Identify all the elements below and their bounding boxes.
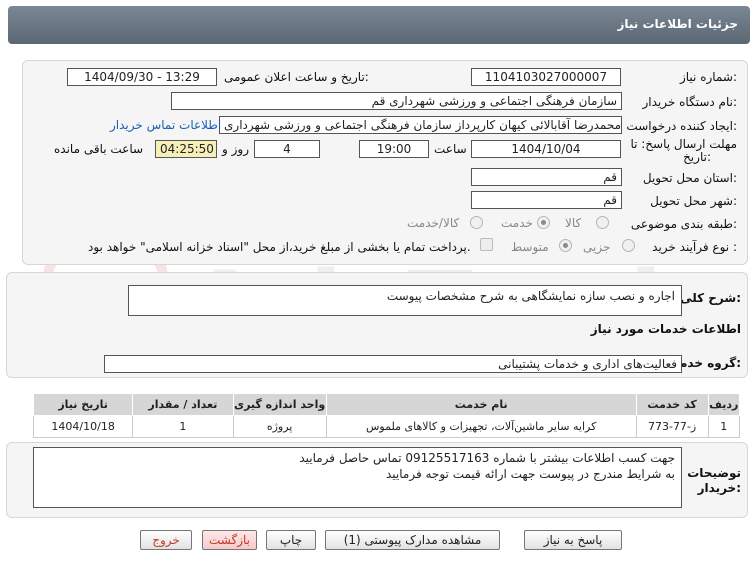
cell-index: 1 [707,415,741,438]
province-label: استان محل تحویل: [642,171,737,185]
announce-datetime-field[interactable]: 1404/09/30 - 13:29 [67,68,217,86]
category-goods-service-label: کالا/خدمت [407,216,460,230]
buyer-org-label: نام دستگاه خریدار: [642,95,738,109]
services-table: تاریخ نیاز تعداد / مقدار واحد اندازه گیر… [32,393,741,438]
buyer-notes-line-1: جهت کسب اطلاعات بیشتر با شماره 091255171… [299,451,675,465]
treasury-payment-note: پرداخت تمام یا بخشی از مبلغ خرید،از محل … [88,240,471,254]
cell-code: ز-77-773 [635,415,709,438]
category-label: طبقه بندی موضوعی: [630,217,737,231]
need-info-card [22,60,748,265]
days-label: روز و [222,142,249,156]
cell-name: کرایه سایر ماشین‌آلات، تجهیزات و کالاهای… [325,415,637,438]
exit-button[interactable]: خروج [140,530,192,550]
buyer-notes-label-2: خریدار: [697,481,741,495]
remaining-time-label: ساعت باقی مانده [54,142,144,156]
col-date: تاریخ نیاز [32,393,134,416]
need-number-label: شماره نیاز: [679,70,737,84]
col-qty: تعداد / مقدار [132,393,234,416]
treasury-payment-checkbox[interactable] [480,238,493,251]
category-goods-service-radio[interactable] [470,216,483,229]
city-label: شهر محل تحویل: [650,194,737,208]
category-goods-label: کالا [565,216,582,230]
process-minor-radio[interactable] [622,239,635,252]
buyer-org-field[interactable]: سازمان فرهنگی اجتماعی و ورزشی شهرداری قم [171,92,622,110]
table-header-row: تاریخ نیاز تعداد / مقدار واحد اندازه گیر… [32,393,741,416]
deadline-time-field[interactable]: 19:00 [359,140,429,158]
cell-unit: پروژه [232,415,327,438]
city-field[interactable]: قم [471,191,622,209]
services-section-title: اطلاعات خدمات مورد نیاز [590,322,741,336]
col-index: ردیف [707,393,741,416]
process-label: نوع فرآیند خرید : [652,240,737,254]
deadline-label: مهلت ارسال پاسخ: تا [630,137,737,151]
province-field[interactable]: قم [471,168,622,186]
creator-label: ایجاد کننده درخواست: [626,119,737,133]
print-button[interactable]: چاپ [266,530,316,550]
category-goods-radio[interactable] [596,216,609,229]
buyer-contact-link[interactable]: اطلاعات تماس خریدار [110,118,221,132]
category-service-radio[interactable] [537,216,550,229]
page-title: جزئیات اطلاعات نیاز [617,17,738,31]
col-unit: واحد اندازه گیری [232,393,327,416]
time-label: ساعت [434,142,467,156]
service-group-field[interactable]: فعالیت‌های اداری و خدمات پشتیبانی [104,355,682,373]
description-field[interactable]: اجاره و نصب سازه نمایشگاهی به شرح مشخصات… [128,285,682,316]
deadline-date-label: تاریخ: [683,150,711,164]
reply-button[interactable]: پاسخ به نیاز [524,530,622,550]
col-name: نام خدمت [325,393,637,416]
buyer-notes-line-2: به شرایط مندرج در پیوست جهت ارائه قیمت ت… [385,467,675,481]
table-row[interactable]: 1404/10/18 1 پروژه کرایه سایر ماشین‌آلات… [32,415,741,438]
buyer-notes-field[interactable]: جهت کسب اطلاعات بیشتر با شماره 091255171… [33,447,682,508]
cell-qty: 1 [132,415,234,438]
days-field[interactable]: 4 [254,140,320,158]
buyer-notes-label: توضیحات [687,466,741,480]
view-attachments-button[interactable]: مشاهده مدارک پیوستی (1) [325,530,500,550]
back-button[interactable]: بازگشت [202,530,257,550]
need-number-field[interactable]: 1104103027000007 [471,68,621,86]
creator-field[interactable]: محمدرضا آقابالائی کیهان کارپرداز سازمان … [219,116,622,134]
remaining-time-field: 04:25:50 [155,140,217,158]
category-service-label: خدمت [501,216,533,230]
cell-date: 1404/10/18 [32,415,134,438]
page-header: جزئیات اطلاعات نیاز [8,6,750,44]
col-code: کد خدمت [635,393,709,416]
process-minor-label: جزیی [583,240,611,254]
deadline-date-field[interactable]: 1404/10/04 [471,140,621,158]
announce-datetime-label: تاریخ و ساعت اعلان عمومی: [224,70,369,84]
process-medium-radio[interactable] [559,239,572,252]
process-medium-label: متوسط [511,240,549,254]
